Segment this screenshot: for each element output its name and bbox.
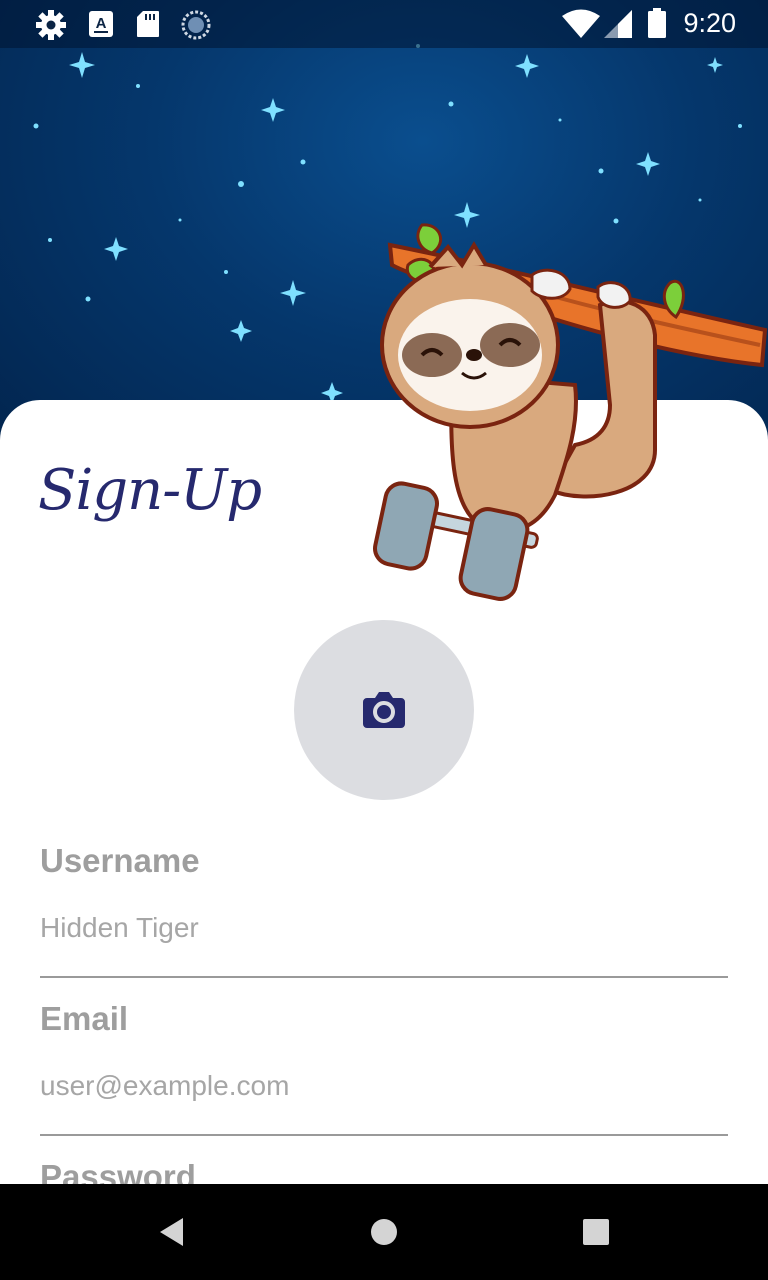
sync-circle-icon [181, 10, 211, 40]
sloth-illustration [373, 223, 768, 601]
a-notification-icon: A [89, 11, 113, 37]
email-input[interactable] [40, 1070, 728, 1102]
email-underline [40, 1134, 728, 1136]
recents-icon[interactable] [576, 1212, 616, 1252]
battery-icon [648, 8, 666, 38]
status-time: 9:20 [683, 8, 736, 38]
svg-text:A: A [96, 15, 107, 32]
email-label: Email [40, 1000, 129, 1037]
home-icon[interactable] [364, 1212, 404, 1252]
username-underline [40, 976, 728, 978]
sd-card-icon [137, 11, 159, 37]
status-bar: A 9:20 [0, 0, 768, 48]
signal-icon [604, 10, 632, 38]
system-navigation-bar [0, 1184, 768, 1280]
camera-icon [363, 692, 405, 728]
username-input[interactable] [40, 912, 728, 944]
avatar-upload-button[interactable] [294, 620, 474, 800]
gear-icon [36, 10, 66, 40]
wifi-icon [562, 9, 600, 38]
username-label: Username [40, 842, 200, 879]
page-title: Sign-Up [38, 458, 262, 523]
back-icon[interactable] [152, 1212, 192, 1252]
